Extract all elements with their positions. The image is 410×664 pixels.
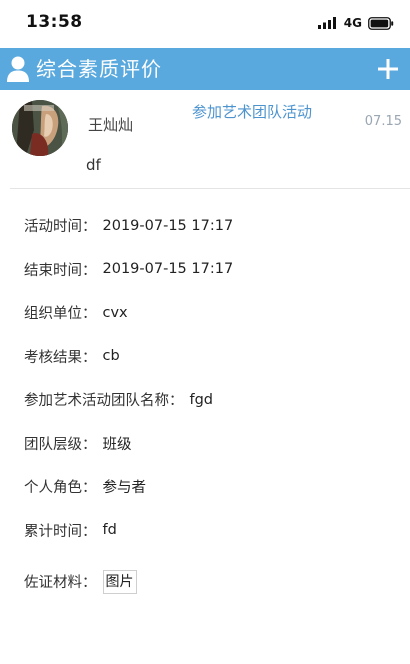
page-title: 综合素质评价 bbox=[36, 57, 162, 81]
activity-title: 参加艺术团队活动 bbox=[191, 103, 312, 121]
detail-label: 累计时间： bbox=[24, 523, 97, 540]
detail-label: 组织单位： bbox=[24, 306, 97, 323]
network-type-label: 4G bbox=[343, 16, 362, 30]
detail-row-total-time: 累计时间： fd bbox=[24, 509, 394, 553]
detail-value: fgd bbox=[189, 391, 214, 408]
detail-row-organizer: 组织单位： cvx bbox=[24, 291, 394, 335]
detail-label: 考核结果： bbox=[24, 349, 97, 366]
detail-row-assessment-result: 考核结果： cb bbox=[24, 335, 394, 379]
detail-value: 2019-07-15 17:17 bbox=[102, 261, 234, 278]
evidence-image-button[interactable]: 图片 bbox=[102, 569, 137, 594]
detail-row-end-time: 结束时间： 2019-07-15 17:17 bbox=[24, 248, 394, 292]
activity-record-card[interactable]: 王灿灿 参加艺术团队活动 07.15 df bbox=[10, 96, 410, 189]
detail-row-team-name: 参加艺术活动团队名称： fgd bbox=[24, 378, 394, 422]
record-date: 07.15 bbox=[364, 114, 402, 129]
activity-details: 活动时间： 2019-07-15 17:17 结束时间： 2019-07-15 … bbox=[24, 204, 394, 604]
battery-icon bbox=[368, 16, 394, 30]
status-time: 13:58 bbox=[26, 12, 83, 32]
detail-label: 参加艺术活动团队名称： bbox=[24, 393, 184, 410]
user-name: 王灿灿 bbox=[88, 116, 134, 134]
detail-label: 个人角色： bbox=[24, 480, 97, 497]
app-header: 综合素质评价 bbox=[0, 48, 410, 90]
avatar bbox=[12, 100, 68, 156]
detail-value: cb bbox=[102, 348, 120, 365]
detail-value: 2019-07-15 17:17 bbox=[102, 217, 234, 234]
evidence-label: 佐证材料： bbox=[24, 575, 97, 592]
avatar-image bbox=[12, 100, 68, 156]
detail-label: 活动时间： bbox=[24, 219, 97, 236]
detail-label: 团队层级： bbox=[24, 436, 97, 453]
status-indicators: 4G bbox=[317, 14, 394, 32]
detail-row-evidence: 佐证材料： 图片 bbox=[24, 560, 394, 604]
detail-value: 班级 bbox=[102, 436, 132, 453]
user-icon bbox=[7, 56, 29, 82]
signal-strength-icon bbox=[317, 17, 336, 29]
detail-row-team-level: 团队层级： 班级 bbox=[24, 422, 394, 466]
record-note: df bbox=[86, 156, 101, 174]
status-bar: 13:58 4G bbox=[0, 0, 410, 44]
detail-value: cvx bbox=[102, 304, 128, 321]
detail-value: 参与者 bbox=[102, 480, 147, 497]
detail-row-start-time: 活动时间： 2019-07-15 17:17 bbox=[24, 204, 394, 248]
detail-value: fd bbox=[102, 522, 117, 539]
detail-label: 结束时间： bbox=[24, 262, 97, 279]
detail-row-personal-role: 个人角色： 参与者 bbox=[24, 465, 394, 509]
add-button[interactable] bbox=[374, 55, 402, 83]
